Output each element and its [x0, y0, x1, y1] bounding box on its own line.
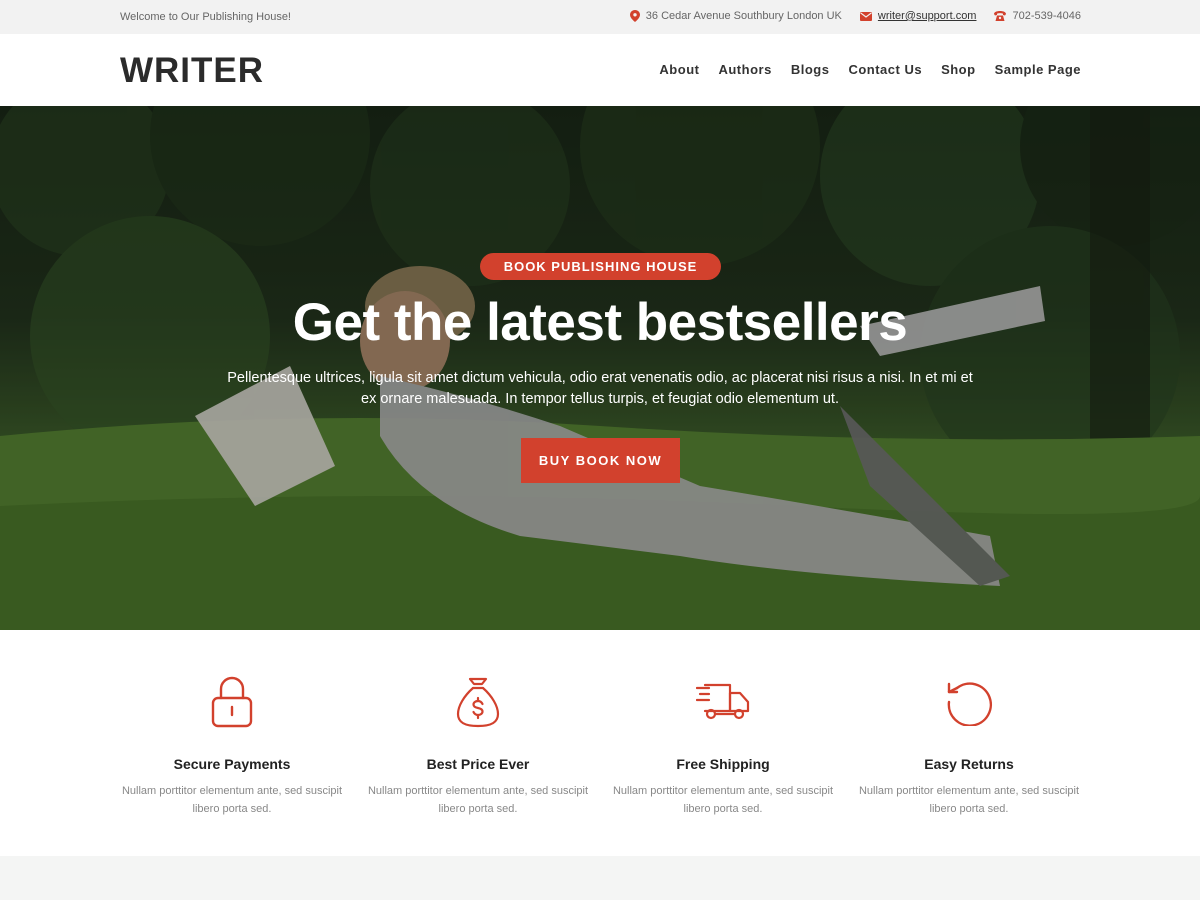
feature-title: Best Price Ever — [426, 756, 530, 772]
top-bar: Welcome to Our Publishing House! 36 Ceda… — [0, 0, 1200, 34]
feature-text: Nullam porttitor elementum ante, sed sus… — [612, 785, 834, 815]
nav-shop[interactable]: Shop — [941, 62, 976, 77]
email-link[interactable]: writer@support.com — [878, 10, 977, 22]
feature-title: Free Shipping — [676, 756, 770, 772]
nav-about[interactable]: About — [659, 62, 699, 77]
features-section: Secure Payments Nullam porttitor element… — [0, 630, 1200, 856]
feature-title: Easy Returns — [924, 756, 1014, 772]
feature-best-price: Best Price Ever Nullam porttitor element… — [355, 676, 601, 818]
feature-title: Secure Payments — [173, 756, 291, 772]
nav-sample-page[interactable]: Sample Page — [995, 62, 1081, 77]
return-icon — [846, 676, 1092, 728]
location-pin-icon — [629, 10, 640, 22]
feature-free-shipping: Free Shipping Nullam porttitor elementum… — [600, 676, 846, 818]
hero-text: Pellentesque ultrices, ligula sit amet d… — [227, 370, 973, 407]
hero-title: Get the latest bestsellers — [292, 293, 908, 352]
site-header: WRITER About Authors Blogs Contact Us Sh… — [0, 34, 1200, 106]
address-item: 36 Cedar Avenue Southbury London UK — [629, 10, 842, 22]
nav-blogs[interactable]: Blogs — [791, 62, 830, 77]
address-text: 36 Cedar Avenue Southbury London UK — [645, 10, 842, 22]
site-logo[interactable]: WRITER — [120, 51, 264, 91]
nav-contact-us[interactable]: Contact Us — [848, 62, 922, 77]
feature-text: Nullam porttitor elementum ante, sed sus… — [858, 785, 1080, 815]
truck-icon — [600, 676, 846, 728]
money-bag-icon — [355, 676, 601, 728]
hero-badge: BOOK PUBLISHING HOUSE — [480, 253, 721, 280]
email-item[interactable]: writer@support.com — [859, 10, 977, 22]
buy-book-now-button[interactable]: BUY BOOK NOW — [521, 438, 680, 483]
feature-text: Nullam porttitor elementum ante, sed sus… — [367, 785, 589, 815]
contact-info: 36 Cedar Avenue Southbury London UK writ… — [629, 10, 1081, 22]
welcome-text: Welcome to Our Publishing House! — [120, 11, 291, 23]
envelope-icon — [859, 11, 872, 21]
nav-authors[interactable]: Authors — [718, 62, 771, 77]
hero-section: BOOK PUBLISHING HOUSE Get the latest bes… — [0, 106, 1200, 630]
lock-icon — [109, 676, 355, 728]
main-nav: About Authors Blogs Contact Us Shop Samp… — [659, 62, 1081, 77]
feature-text: Nullam porttitor elementum ante, sed sus… — [121, 785, 343, 815]
feature-secure-payments: Secure Payments Nullam porttitor element… — [109, 676, 355, 818]
phone-text: 702-539-4046 — [1012, 10, 1081, 22]
phone-item: 702-539-4046 — [994, 10, 1081, 22]
feature-easy-returns: Easy Returns Nullam porttitor elementum … — [846, 676, 1092, 818]
phone-icon — [994, 11, 1007, 21]
